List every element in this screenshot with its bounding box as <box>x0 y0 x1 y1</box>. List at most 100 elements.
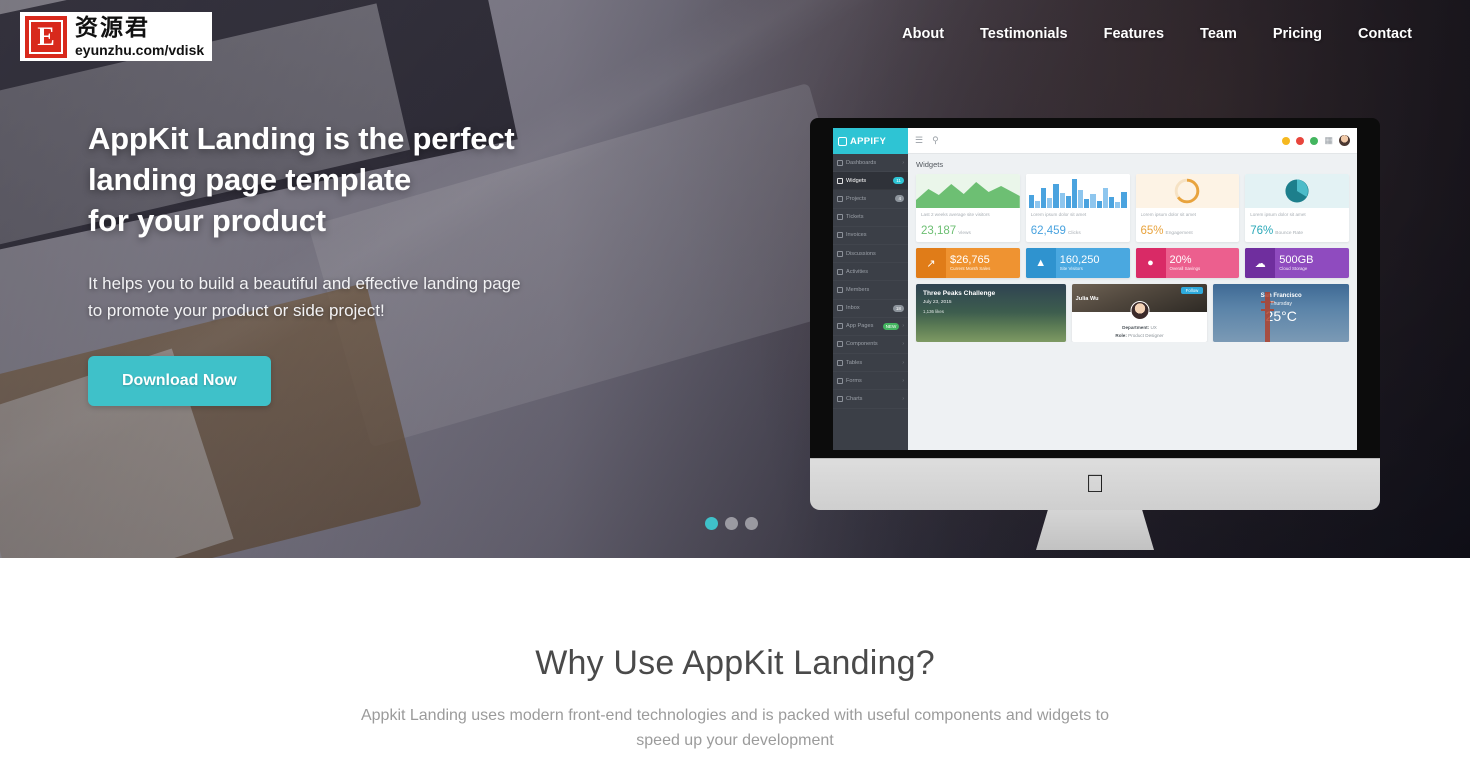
hero-section: E 资源君 eyunzhu.com/vdisk About Testimonia… <box>0 0 1470 558</box>
pie-chart <box>1245 174 1349 208</box>
carousel-dots[interactable] <box>705 517 758 530</box>
stat-tile-savings[interactable]: ● 20% Overall Savings <box>1135 248 1240 278</box>
card-title: Three Peaks Challenge <box>923 290 996 297</box>
why-description: Appkit Landing uses modern front-end tec… <box>355 704 1115 754</box>
sidebar-item-activities[interactable]: Activities <box>833 263 908 281</box>
sidebar-badge: NEW <box>882 322 900 330</box>
sidebar-label: Charts <box>846 396 863 403</box>
nav-item-pricing[interactable]: Pricing <box>1255 20 1340 48</box>
bridge-icon <box>1260 292 1274 342</box>
nav-item-testimonials[interactable]: Testimonials <box>962 20 1086 48</box>
widget-value: 62,459 Clicks <box>1031 225 1125 237</box>
nav-item-about[interactable]: About <box>884 20 962 48</box>
widget-value: 65% Engagement <box>1141 225 1235 237</box>
widget-card-clicks[interactable]: Lorem ipsum dolor sit amet 62,459 Clicks <box>1025 174 1130 242</box>
search-icon[interactable]: ⚲ <box>932 135 939 146</box>
tickets-icon <box>837 214 843 221</box>
department-value: UX <box>1150 325 1157 330</box>
carousel-dot-3[interactable] <box>745 517 758 530</box>
widget-desc: Last 2 weeks average site visitors <box>921 212 990 217</box>
widget-value-unit: Clicks <box>1067 231 1081 236</box>
widget-card-bounce-rate[interactable]: Lorem ipsum dolor sit amet 76% Bounce Rat… <box>1245 174 1349 242</box>
topbar-actions[interactable]: ▦ <box>1282 135 1350 146</box>
carousel-dot-2[interactable] <box>725 517 738 530</box>
main-navigation[interactable]: About Testimonials Features Team Pricing… <box>884 20 1430 48</box>
notification-badge-green[interactable] <box>1310 136 1319 145</box>
card-date: July 23, 2015 <box>923 300 952 305</box>
carousel-dot-1[interactable] <box>705 517 718 530</box>
widget-desc: Lorem ipsum dolor sit amet <box>1140 212 1196 217</box>
hero-copy: AppKit Landing is the perfect landing pa… <box>88 118 708 407</box>
stat-tile-visitors[interactable]: ▲ 160,250 Site Visitors <box>1025 248 1130 278</box>
profile-cover: Julia Wu Follow <box>1071 284 1208 320</box>
widgets-icon <box>837 177 843 184</box>
sidebar-item-tickets[interactable]: Tickets <box>833 209 908 227</box>
sidebar-item-forms[interactable]: Forms › <box>833 372 908 390</box>
widget-card-footer: Last 2 weeks average site visitors 23,18… <box>916 208 1020 242</box>
widget-value-unit: Engagement <box>1165 231 1193 236</box>
sidebar-label: Discussions <box>846 250 876 257</box>
notification-badge-yellow[interactable] <box>1282 136 1291 145</box>
why-description-line-1: Appkit Landing uses modern front-end tec… <box>360 707 1033 724</box>
sidebar-item-widgets[interactable]: Widgets 11 <box>833 172 908 191</box>
sidebar-label: Widgets <box>846 177 867 184</box>
sidebar-label: Dashboards <box>846 159 877 166</box>
widget-desc: Lorem ipsum dolor sit amet <box>1250 212 1306 217</box>
sidebar-item-discussions[interactable]: Discussions <box>833 245 908 263</box>
forms-icon <box>837 377 843 384</box>
dashboard-sidebar[interactable]: APPIFY Dashboards › Widgets 11 Projects … <box>833 128 908 450</box>
notification-badge-red[interactable] <box>1296 136 1305 145</box>
sidebar-item-app-pages[interactable]: App Pages NEW › <box>833 318 908 336</box>
sidebar-item-members[interactable]: Members <box>833 281 908 299</box>
dashboard-topbar[interactable]: ☰ ⚲ ▦ <box>908 128 1357 154</box>
dashboard-brand: APPIFY <box>833 128 908 154</box>
stat-tile-value: $26,765 <box>950 253 990 266</box>
imac-stand <box>1036 510 1154 550</box>
sidebar-item-inbox[interactable]: Inbox 18 <box>833 300 908 318</box>
list-icon[interactable]: ☰ <box>915 135 923 146</box>
profile-department: Department: UX <box>1077 324 1203 332</box>
hero-subtext-line-2: to promote your product or side project! <box>88 300 385 320</box>
sidebar-item-charts[interactable]: Charts › <box>833 390 908 408</box>
widget-value-unit: Views <box>958 231 971 236</box>
profile-role: Role: Product Designer <box>1077 332 1203 340</box>
sidebar-badge: 11 <box>893 177 904 185</box>
stat-tile-storage[interactable]: ☁ 500GB Cloud Storage <box>1245 248 1349 278</box>
why-heading: Why Use AppKit Landing? <box>535 644 935 682</box>
chevron-right-icon: › <box>902 359 904 366</box>
sidebar-item-projects[interactable]: Projects 4 <box>833 190 908 208</box>
watermark-letter: E <box>29 20 63 54</box>
sidebar-item-dashboards[interactable]: Dashboards › <box>833 154 908 172</box>
department-label: Department: <box>1122 325 1150 330</box>
card-profile[interactable]: Julia Wu Follow Department: UX Role: Pro… <box>1071 284 1208 342</box>
sidebar-item-components[interactable]: Components › <box>833 336 908 354</box>
nav-item-team[interactable]: Team <box>1182 20 1255 48</box>
sidebar-item-invoices[interactable]: Invoices <box>833 227 908 245</box>
sidebar-badge: 4 <box>895 195 904 203</box>
download-now-button[interactable]: Download Now <box>88 356 271 407</box>
area-chart <box>916 174 1020 208</box>
user-avatar[interactable] <box>1339 135 1350 146</box>
sidebar-label: Activities <box>846 268 869 275</box>
stat-tile-sales[interactable]: ↗ $26,765 Current Month Sales <box>916 248 1020 278</box>
grid-icon[interactable]: ▦ <box>1324 135 1333 146</box>
hero-subtext: It helps you to build a beautiful and ef… <box>88 270 708 324</box>
stat-tile-label: Current Month Sales <box>950 266 991 272</box>
sidebar-item-tables[interactable]: Tables › <box>833 354 908 372</box>
chevron-right-icon: › <box>902 323 904 330</box>
hero-headline: AppKit Landing is the perfect landing pa… <box>88 118 708 242</box>
card-three-peaks[interactable]: Three Peaks Challenge July 23, 2015 1,13… <box>916 284 1066 342</box>
card-likes: 1,136 likes <box>923 309 944 314</box>
widget-card-views[interactable]: Last 2 weeks average site visitors 23,18… <box>916 174 1020 242</box>
nav-item-features[interactable]: Features <box>1086 20 1182 48</box>
weather-city: San Francisco <box>1260 293 1302 299</box>
widget-card-engagement[interactable]: Lorem ipsum dolor sit amet 65% Engagement <box>1135 174 1240 242</box>
widget-value-number: 62,459 <box>1030 225 1066 237</box>
sidebar-label: Tables <box>846 359 863 366</box>
dashboards-icon <box>837 159 843 166</box>
follow-button[interactable]: Follow <box>1180 287 1204 294</box>
sidebar-label: App Pages <box>846 323 874 330</box>
nav-item-contact[interactable]: Contact <box>1340 20 1430 48</box>
card-weather[interactable]: San Francisco Thursday 25°C <box>1213 284 1350 342</box>
stat-tile-label: Site Visitors <box>1059 266 1083 272</box>
